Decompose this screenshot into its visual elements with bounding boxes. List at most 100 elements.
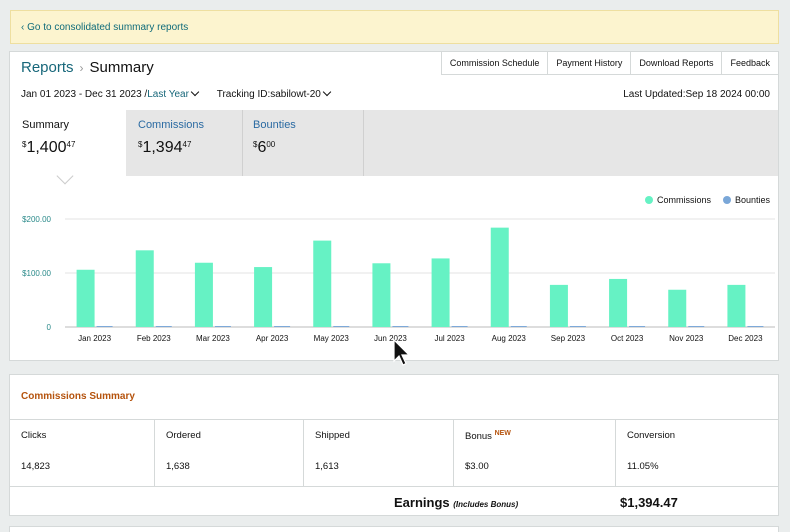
filter-bar: Jan 01 2023 - Dec 31 2023 /Last Year Tra… xyxy=(21,87,332,100)
metric-ordered: Ordered 1,638 xyxy=(155,420,304,486)
metric-value: 1,613 xyxy=(315,461,339,472)
y-tick-label: 0 xyxy=(47,323,52,332)
x-tick-label: Apr 2023 xyxy=(256,334,289,343)
bar-commissions xyxy=(372,263,391,327)
summary-tabs: Summary $1,40047 Commissions $1,39447 Bo… xyxy=(12,110,778,185)
legend-commissions-swatch xyxy=(644,196,653,204)
bar-commissions xyxy=(549,284,568,327)
tracking-id-label: Tracking ID:sabilowt-20 xyxy=(216,89,321,100)
metric-label-text: Shipped xyxy=(315,430,350,441)
metric-label: Clicks xyxy=(21,430,46,441)
y-tick-label: $200.00 xyxy=(22,215,51,224)
bar-commissions xyxy=(727,284,746,327)
bar-commissions xyxy=(135,250,154,327)
metric-label: Bonus NEW xyxy=(465,430,511,442)
tab-summary[interactable]: Summary $1,40047 xyxy=(12,110,126,185)
bar-commissions xyxy=(609,278,628,327)
bar-commissions xyxy=(490,227,509,327)
breadcrumb-reports-link[interactable]: Reports xyxy=(21,59,74,76)
x-tick-label: Aug 2023 xyxy=(492,334,527,343)
currency-symbol: $ xyxy=(138,140,143,149)
download-reports-button[interactable]: Download Reports xyxy=(630,52,722,75)
metric-label-text: Clicks xyxy=(21,430,47,441)
commission-schedule-button[interactable]: Commission Schedule xyxy=(440,52,548,75)
chart-legend: Commissions Bounties xyxy=(644,195,770,205)
bar-bounties xyxy=(333,326,350,327)
tab-bounties[interactable]: Bounties $600 xyxy=(243,110,363,176)
amount-whole: 1,400 xyxy=(26,139,67,156)
tab-commissions[interactable]: Commissions $1,39447 xyxy=(128,110,242,176)
summary-card: Reports › Summary Commission Schedule Paym… xyxy=(9,51,779,361)
period-dropdown[interactable]: Last Year xyxy=(147,87,200,100)
x-tick-label: Oct 2023 xyxy=(611,334,644,343)
bar-bounties xyxy=(510,326,527,327)
earnings-label-text: Earnings xyxy=(394,495,450,510)
currency-symbol: $ xyxy=(22,140,27,149)
earnings-value: $1,394.47 xyxy=(620,495,678,510)
metric-label: Conversion xyxy=(627,430,675,441)
metric-label: Shipped xyxy=(315,430,350,441)
chevron-down-icon xyxy=(190,87,200,97)
metric-value: 1,638 xyxy=(166,461,190,472)
x-tick-label: Mar 2023 xyxy=(196,334,230,343)
feedback-button[interactable]: Feedback xyxy=(721,52,778,75)
y-tick-label: $100.00 xyxy=(22,269,51,278)
metric-label-text: Bonus xyxy=(465,431,492,443)
bar-bounties xyxy=(96,326,113,327)
bar-commissions xyxy=(254,267,273,327)
breadcrumb-separator: › xyxy=(79,61,84,75)
bar-bounties xyxy=(392,326,409,327)
metric-clicks: Clicks 14,823 xyxy=(10,420,155,486)
new-badge: NEW xyxy=(494,430,511,437)
consolidated-reports-link[interactable]: ‹ Go to consolidated summary reports xyxy=(21,22,188,33)
bar-bounties xyxy=(214,326,231,327)
tab-bounties-amount: $600 xyxy=(253,139,353,157)
bar-bounties xyxy=(629,326,646,327)
legend-commissions-label: Commissions xyxy=(656,195,711,205)
mouse-pointer-icon xyxy=(393,338,411,372)
bar-commissions xyxy=(313,240,332,327)
amount-cents: 47 xyxy=(66,140,76,149)
bar-commissions xyxy=(194,262,213,327)
tab-commissions-label: Commissions xyxy=(138,119,205,131)
legend-bounties-swatch xyxy=(722,196,731,204)
earnings-label: Earnings (Includes Bonus) xyxy=(394,495,518,510)
legend-bounties-label: Bounties xyxy=(734,195,770,205)
legend-bounties[interactable]: Bounties xyxy=(722,195,770,205)
date-range-text: Jan 01 2023 - Dec 31 2023 / xyxy=(21,89,148,100)
tracking-id-dropdown[interactable]: Tracking ID:sabilowt-20 xyxy=(216,87,332,100)
commissions-summary-row: Clicks 14,823 Ordered 1,638 Shipped 1,61… xyxy=(10,419,778,487)
amount-whole: 1,394 xyxy=(142,139,183,156)
bar-commissions xyxy=(431,258,450,327)
x-tick-label: Jan 2023 xyxy=(78,334,111,343)
metric-value: 14,823 xyxy=(21,461,51,472)
x-tick-label: Dec 2023 xyxy=(728,334,763,343)
x-tick-label: Nov 2023 xyxy=(669,334,704,343)
commissions-summary-title: Commissions Summary xyxy=(21,391,135,402)
x-tick-label: May 2023 xyxy=(314,334,350,343)
bar-bounties xyxy=(569,326,586,327)
last-updated-text: Last Updated:Sep 18 2024 00:00 xyxy=(623,89,770,100)
breadcrumb: Reports › Summary xyxy=(21,59,154,76)
x-tick-label: Jul 2023 xyxy=(434,334,465,343)
bar-bounties xyxy=(155,326,172,327)
consolidated-reports-banner: ‹ Go to consolidated summary reports xyxy=(10,10,779,44)
metric-label-text: Conversion xyxy=(627,430,676,441)
payment-history-button[interactable]: Payment History xyxy=(547,52,631,75)
metric-conversion: Conversion 11.05% xyxy=(616,420,778,486)
chevron-down-icon xyxy=(322,87,332,97)
top-button-group: Commission Schedule Payment History Down… xyxy=(440,52,778,75)
tab-summary-amount: $1,40047 xyxy=(22,139,116,157)
metric-bonus: Bonus NEW $3.00 xyxy=(454,420,616,486)
tab-bounties-label: Bounties xyxy=(253,119,296,131)
currency-symbol: $ xyxy=(253,140,258,149)
page-title: Summary xyxy=(89,59,154,76)
amount-cents: 00 xyxy=(266,140,276,149)
chart-plot: 0 $100.00 $200.00 Jan 2023 Feb 2023 Mar 2023 A… xyxy=(22,215,775,343)
tab-summary-label: Summary xyxy=(22,119,70,131)
commissions-summary-card: Commissions Summary Clicks 14,823 Ordere… xyxy=(9,374,779,516)
tab-divider xyxy=(363,110,364,176)
legend-commissions[interactable]: Commissions xyxy=(644,195,711,205)
bar-commissions xyxy=(668,289,687,327)
period-dropdown-label: Last Year xyxy=(147,89,189,100)
